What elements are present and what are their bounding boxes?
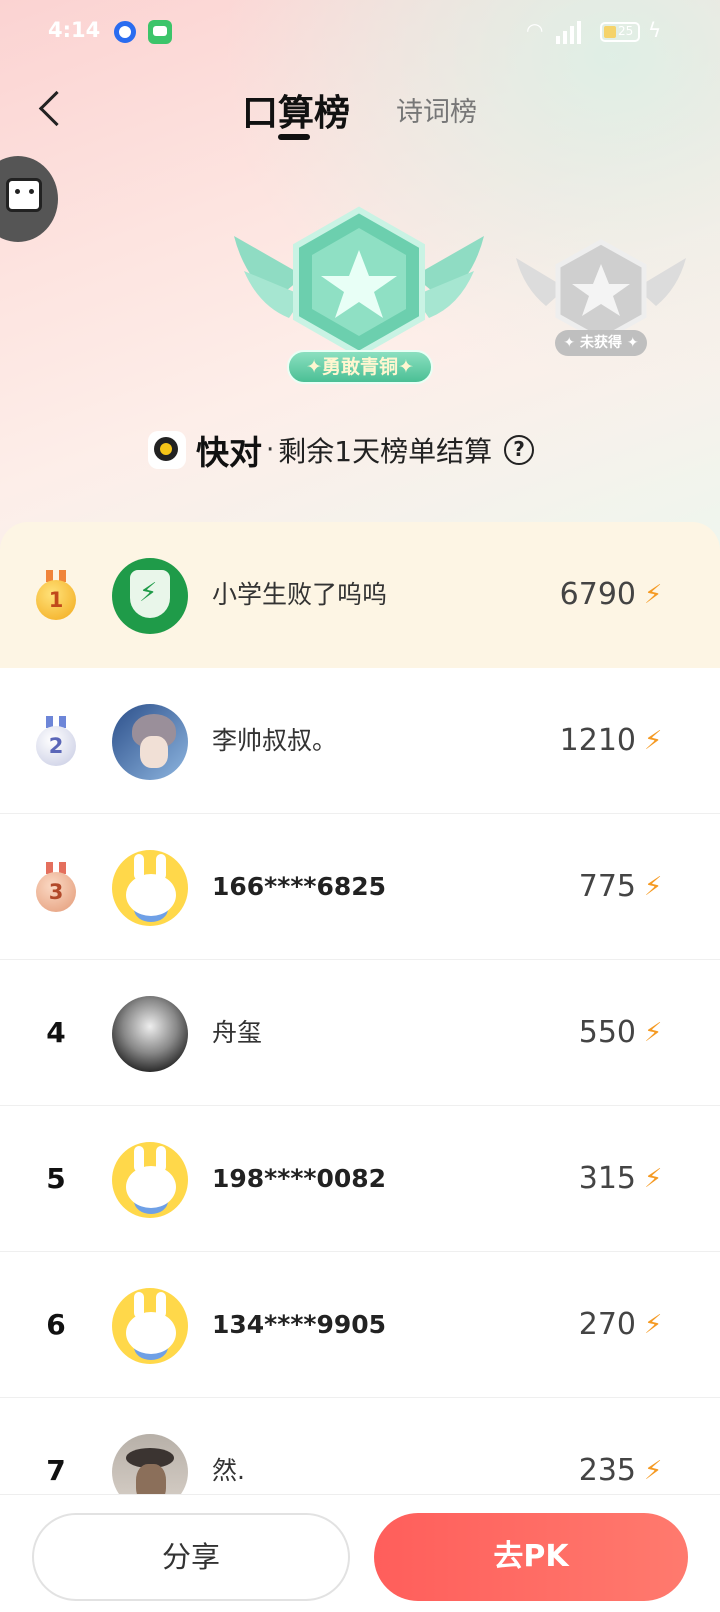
rank-number: 6 — [46, 1308, 66, 1341]
locked-badge-label: ✦ 未获得 ✦ — [555, 330, 647, 356]
score: 6790 — [559, 577, 636, 612]
leaderboard-row[interactable]: 4 舟玺 550 ⚡ — [0, 960, 720, 1106]
lightning-icon: ⚡ — [644, 1164, 663, 1194]
leaderboard-row[interactable]: 5 198****0082 315 ⚡ — [0, 1106, 720, 1252]
status-time: 4:14 — [48, 18, 101, 42]
user-name: 134****9905 — [212, 1310, 387, 1339]
user-name: 舟玺 — [212, 1018, 263, 1047]
current-badge-label: ✦勇敢青铜✦ — [287, 350, 433, 384]
score: 550 — [578, 1015, 636, 1050]
bottom-action-bar: 分享 去PK — [0, 1494, 720, 1612]
user-name: 李帅叔叔。 — [212, 726, 338, 755]
settlement-info: 快对 · 剩余1天榜单结算 ? — [148, 428, 535, 472]
lightning-icon: ⚡ — [644, 1456, 663, 1486]
battery-icon: 25 — [600, 22, 640, 42]
message-notification-icon — [148, 20, 172, 44]
score: 1210 — [559, 723, 636, 758]
back-button[interactable] — [30, 86, 70, 134]
leaderboard-row[interactable]: 6 134****9905 270 ⚡ — [0, 1252, 720, 1398]
avatar[interactable] — [112, 1142, 188, 1218]
share-button[interactable]: 分享 — [32, 1513, 350, 1601]
app-name: 快对 — [196, 433, 262, 472]
score: 315 — [578, 1161, 636, 1196]
user-name: 198****0082 — [212, 1164, 387, 1193]
separator: · — [266, 435, 275, 465]
status-bar: 4:14 ◠ 25 ϟ — [0, 0, 720, 64]
bronze-medal-icon: 3 — [36, 862, 76, 914]
user-name: 166****6825 — [212, 872, 387, 901]
lightning-icon: ⚡ — [644, 1018, 663, 1048]
lightning-icon: ⚡ — [644, 872, 663, 902]
help-icon[interactable]: ? — [504, 435, 535, 465]
lightning-icon: ⚡ — [644, 726, 663, 756]
rank-number: 5 — [46, 1162, 66, 1195]
signal-icon — [556, 20, 581, 44]
rank-number: 4 — [46, 1016, 66, 1049]
tab-poetry[interactable]: 诗词榜 — [396, 90, 477, 129]
go-pk-button[interactable]: 去PK — [374, 1513, 688, 1601]
tab-indicator — [278, 134, 310, 140]
mascot-face-icon — [6, 178, 42, 212]
leaderboard-row[interactable]: 1 小学生败了呜呜 6790 ⚡ — [0, 522, 720, 668]
lightning-icon: ⚡ — [644, 1310, 663, 1340]
avatar[interactable] — [112, 1288, 188, 1364]
app-notification-icon — [114, 21, 136, 43]
user-name: 小学生败了呜呜 — [212, 580, 388, 609]
avatar[interactable] — [112, 996, 188, 1072]
wifi-icon: ◠ — [526, 18, 544, 42]
silver-medal-icon: 2 — [36, 716, 76, 768]
lightning-icon: ⚡ — [644, 580, 663, 610]
tab-oral-math[interactable]: 口算榜 — [242, 84, 350, 136]
avatar[interactable] — [112, 704, 188, 780]
kuaidui-logo-icon — [148, 431, 186, 469]
score: 270 — [578, 1307, 636, 1342]
charging-icon: ϟ — [648, 18, 662, 42]
gold-medal-icon: 1 — [36, 570, 76, 622]
leaderboard-row[interactable]: 2 李帅叔叔。 1210 ⚡ — [0, 668, 720, 814]
leaderboard-row[interactable]: 3 166****6825 775 ⚡ — [0, 814, 720, 960]
avatar[interactable] — [112, 850, 188, 926]
score: 775 — [578, 869, 636, 904]
settlement-text: 剩余1天榜单结算 — [278, 435, 493, 468]
avatar[interactable] — [112, 558, 188, 634]
